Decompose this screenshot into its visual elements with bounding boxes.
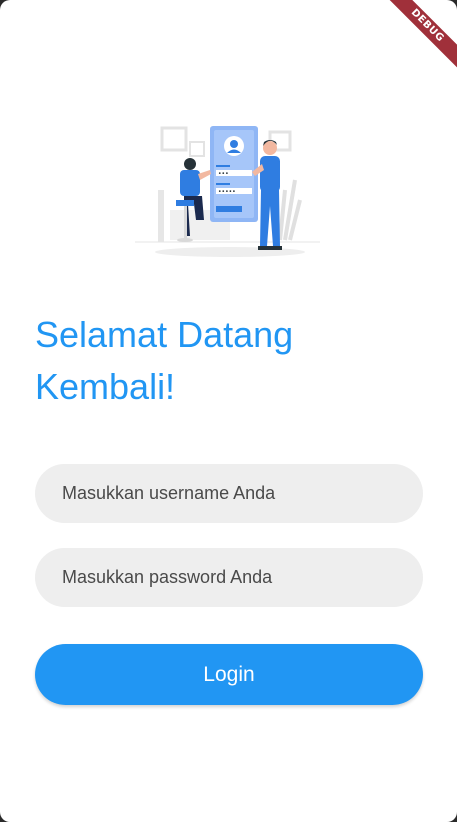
field-graphic-dots-2: ••••• <box>218 189 236 196</box>
field-label-graphic-1 <box>216 165 230 167</box>
stool-leg <box>184 206 187 240</box>
sitting-person-head <box>184 158 196 170</box>
standing-person-torso <box>260 156 280 192</box>
standing-person-shoes <box>258 246 282 250</box>
password-input[interactable] <box>60 566 398 589</box>
debug-banner: DEBUG <box>377 0 457 80</box>
username-input[interactable] <box>60 482 398 505</box>
login-screen: DEBUG ••• ••••• Selamat Datang Kembali! … <box>0 0 457 822</box>
page-title: Selamat Datang Kembali! <box>35 314 294 407</box>
picture-frame-left <box>160 126 188 152</box>
stool-base <box>177 238 193 242</box>
sitting-person-torso <box>180 170 200 196</box>
plant <box>278 179 302 241</box>
username-field[interactable] <box>35 464 423 523</box>
avatar-head-graphic <box>230 140 238 148</box>
floor-shadow <box>155 247 305 257</box>
sitting-person-arm <box>198 170 211 180</box>
shelf <box>158 190 164 242</box>
button-graphic <box>216 206 242 212</box>
field-graphic-dots-1: ••• <box>218 171 229 178</box>
standing-person-legs <box>260 190 280 246</box>
login-illustration: ••• ••••• <box>135 126 320 257</box>
login-button[interactable]: Login <box>35 644 423 705</box>
stool <box>176 200 194 206</box>
picture-frame-small <box>189 141 205 157</box>
password-field[interactable] <box>35 548 423 607</box>
field-label-graphic-2 <box>216 183 230 185</box>
debug-ribbon-label: DEBUG <box>378 0 457 75</box>
